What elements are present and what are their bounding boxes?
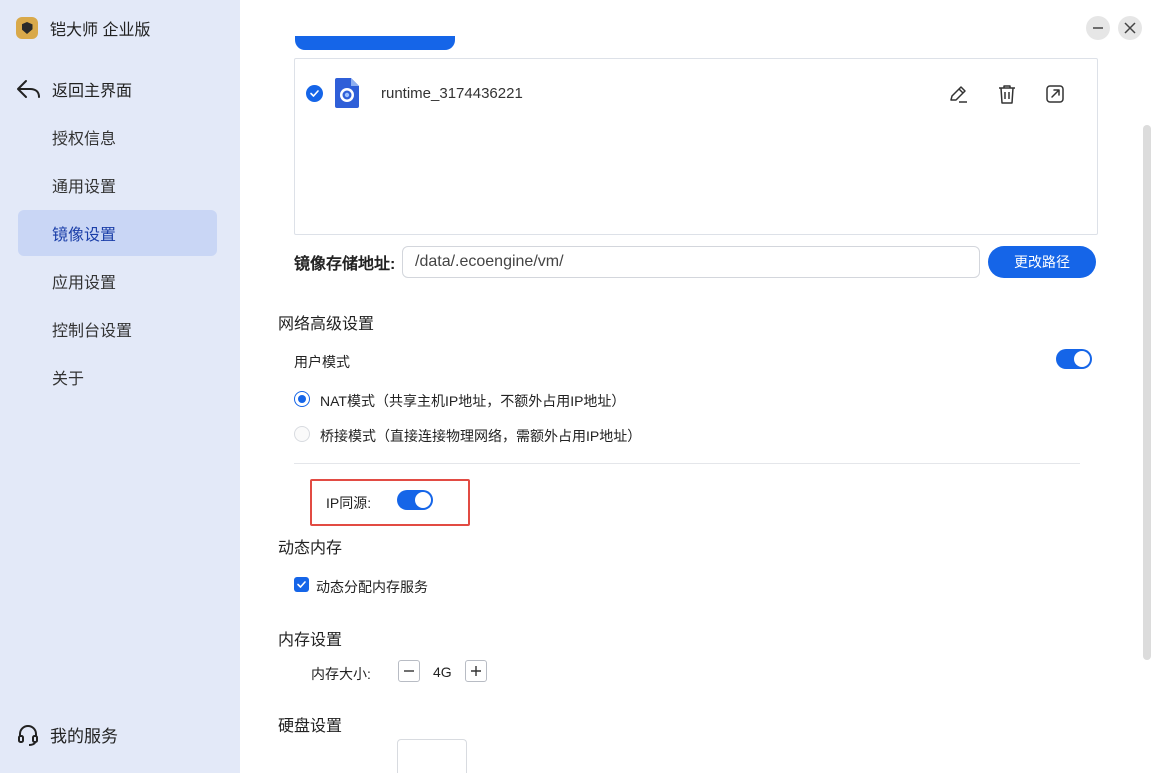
close-button[interactable] — [1118, 16, 1142, 40]
storage-path-row: 镜像存储地址: /data/.ecoengine/vm/ 更改路径 — [294, 246, 1096, 278]
app-logo-icon — [16, 17, 38, 39]
memory-size-value: 4G — [433, 664, 452, 680]
user-mode-label: 用户模式 — [294, 354, 350, 370]
dynamic-memory-title: 动态内存 — [278, 540, 343, 557]
storage-path-input[interactable]: /data/.ecoengine/vm/ — [402, 246, 980, 278]
scrollbar[interactable] — [1143, 125, 1151, 660]
headset-icon — [18, 724, 38, 746]
back-to-main-label: 返回主界面 — [52, 83, 133, 100]
sidebar-item-console[interactable]: 控制台设置 — [18, 306, 217, 352]
user-mode-toggle[interactable] — [1056, 349, 1092, 369]
delete-icon[interactable] — [996, 83, 1018, 105]
settings-nav: 授权信息 通用设置 镜像设置 应用设置 控制台设置 关于 — [18, 114, 217, 402]
memory-increase-button[interactable] — [465, 660, 487, 682]
image-list: runtime_3174436221 — [294, 58, 1098, 235]
export-icon[interactable] — [1044, 83, 1066, 105]
my-service-label: 我的服务 — [50, 727, 118, 746]
back-arrow-icon — [17, 80, 40, 98]
sidebar-item-general[interactable]: 通用设置 — [18, 162, 217, 208]
sidebar-item-about[interactable]: 关于 — [18, 354, 217, 400]
brand: 铠大师 企业版 — [16, 16, 150, 40]
sidebar: 铠大师 企业版 返回主界面 授权信息 通用设置 镜像设置 应用设置 控制台设置 … — [0, 0, 240, 773]
nat-mode-label: NAT模式（共享主机IP地址，不额外占用IP地址） — [320, 393, 626, 409]
divider — [294, 463, 1080, 464]
sidebar-item-app[interactable]: 应用设置 — [18, 258, 217, 304]
sidebar-item-license[interactable]: 授权信息 — [18, 114, 217, 160]
network-settings-title: 网络高级设置 — [278, 316, 375, 333]
plus-icon — [471, 666, 481, 676]
my-service-button[interactable]: 我的服务 — [16, 722, 118, 747]
check-icon — [297, 581, 306, 588]
dynamic-memory-checkbox[interactable] — [294, 577, 309, 592]
ip-same-source-label: IP同源: — [326, 495, 372, 511]
back-to-main-button[interactable]: 返回主界面 — [16, 76, 132, 102]
sidebar-item-image[interactable]: 镜像设置 — [18, 210, 217, 256]
memory-size-label: 内存大小: — [311, 666, 371, 682]
storage-path-label: 镜像存储地址: — [294, 256, 396, 273]
disk-size-input[interactable] — [397, 739, 467, 773]
list-item[interactable]: runtime_3174436221 — [295, 67, 1097, 119]
bridge-mode-radio[interactable] — [294, 426, 310, 442]
change-path-button[interactable]: 更改路径 — [988, 246, 1096, 278]
edit-icon[interactable] — [947, 83, 969, 105]
selected-check-icon[interactable] — [306, 84, 323, 102]
minus-icon — [404, 670, 414, 672]
app-title: 铠大师 企业版 — [50, 22, 151, 39]
image-name: runtime_3174436221 — [381, 84, 523, 102]
minimize-button[interactable] — [1086, 16, 1110, 40]
close-icon — [1124, 22, 1136, 34]
ip-same-source-toggle[interactable] — [397, 490, 433, 510]
image-file-icon — [335, 78, 359, 108]
bridge-mode-label: 桥接模式（直接连接物理网络，需额外占用IP地址） — [320, 428, 642, 444]
dynamic-memory-label: 动态分配内存服务 — [316, 579, 428, 595]
minimize-icon — [1093, 27, 1103, 29]
memory-settings-title: 内存设置 — [278, 632, 343, 649]
memory-decrease-button[interactable] — [398, 660, 420, 682]
disk-settings-title: 硬盘设置 — [278, 718, 343, 735]
import-image-button[interactable] — [295, 36, 455, 50]
nat-mode-radio[interactable] — [294, 391, 310, 407]
